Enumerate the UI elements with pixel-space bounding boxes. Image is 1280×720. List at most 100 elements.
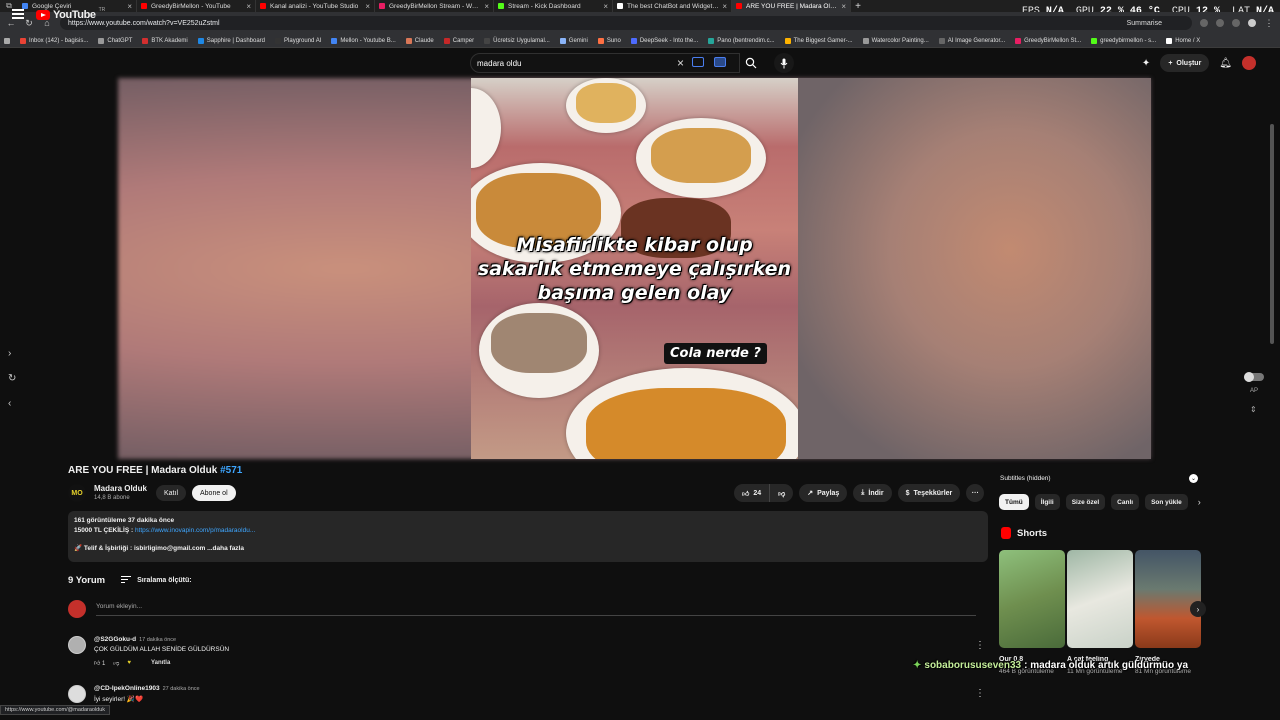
youtube-logo[interactable]: YouTube TR xyxy=(36,7,105,21)
comment-menu-icon[interactable]: ⋮ xyxy=(975,688,985,699)
comment-dislike-icon[interactable]: 👎︎ xyxy=(113,659,119,667)
shorts-next-button[interactable]: › xyxy=(1190,601,1206,617)
show-more-link[interactable]: ...daha fazla xyxy=(205,545,244,552)
extension-puzzle-icon[interactable]: ✦ xyxy=(1142,58,1150,69)
description-box[interactable]: 161 görüntüleme 37 dakika önce 15000 TL … xyxy=(68,511,988,562)
bookmark[interactable]: Ücretsiz Uygulamal... xyxy=(484,37,550,44)
close-icon[interactable]: × xyxy=(603,2,608,11)
short-thumbnail[interactable] xyxy=(999,550,1065,648)
extension-icon[interactable] xyxy=(1200,19,1208,27)
profile-avatar[interactable] xyxy=(1248,19,1256,27)
bookmark[interactable]: Home / X xyxy=(1166,37,1200,44)
comment-menu-icon[interactable]: ⋮ xyxy=(975,640,985,651)
bookmark-apps[interactable] xyxy=(4,37,10,44)
channel-name[interactable]: Madara Olduk xyxy=(94,484,147,493)
back-icon[interactable]: ← xyxy=(6,18,16,28)
search-button[interactable] xyxy=(740,53,762,73)
new-tab-button[interactable]: + xyxy=(851,1,865,12)
thanks-button[interactable]: $ Teşekkürler xyxy=(897,484,961,502)
commenter-avatar[interactable] xyxy=(68,636,86,654)
subscribe-button[interactable]: Abone ol xyxy=(192,485,236,501)
close-icon[interactable]: × xyxy=(722,2,727,11)
tab-stream-watch[interactable]: GreedyBirMellon Stream - Watch × xyxy=(375,0,494,12)
bookmark[interactable]: GreedyBirMellon St... xyxy=(1015,37,1081,44)
create-button[interactable]: + Oluştur xyxy=(1160,54,1210,72)
comment-like-button[interactable]: 👍︎ 1 xyxy=(94,659,105,667)
short-card[interactable]: A cat feeling 11 Mn görüntüleme xyxy=(1067,550,1133,677)
bookmark[interactable]: The Biggest Gamer-... xyxy=(784,37,853,44)
chevron-right-icon[interactable]: › xyxy=(1198,497,1201,507)
share-button[interactable]: ↗ Paylaş xyxy=(799,484,848,502)
clear-search-icon[interactable]: × xyxy=(677,56,684,70)
close-icon[interactable]: × xyxy=(127,2,132,11)
extension-icon[interactable] xyxy=(1216,19,1224,27)
bookmark[interactable]: Sapphire | Dashboard xyxy=(197,37,265,44)
bookmark[interactable]: AI Image Generator... xyxy=(938,37,1005,44)
bookmark[interactable]: Inbox (142) - bagisis... xyxy=(20,37,88,44)
chevron-left-icon[interactable]: ‹ xyxy=(8,398,16,409)
commenter-avatar[interactable] xyxy=(68,685,86,703)
join-button[interactable]: Katıl xyxy=(156,485,187,501)
chip-all[interactable]: Tümü xyxy=(999,494,1029,510)
chip-related[interactable]: İlgili xyxy=(1034,494,1060,510)
giveaway-link[interactable]: https://www.inovapin.com/p/madaraoldu... xyxy=(135,527,255,534)
notifications-bell-icon[interactable]: 🔔︎ xyxy=(1219,58,1232,69)
video-hashtag[interactable]: #571 xyxy=(220,465,242,476)
comment-author[interactable]: @S2GGoku-d xyxy=(94,636,136,643)
tab-youtube-studio[interactable]: Kanal analizi - YouTube Studio × xyxy=(256,0,375,12)
chip-live[interactable]: Canlı xyxy=(1111,494,1140,510)
tab-current-video[interactable]: ARE YOU FREE | Madara Olduk # × xyxy=(732,0,851,12)
comment-author[interactable]: @CD-IpekOnline1903 xyxy=(94,685,160,692)
url-field[interactable]: https://www.youtube.com/watch?v=VE252uZs… xyxy=(60,16,1192,30)
expand-icon[interactable]: ⇕ xyxy=(1250,405,1257,414)
extension-icon[interactable] xyxy=(1232,19,1240,27)
bookmark[interactable]: Suno xyxy=(597,37,621,44)
dislike-button[interactable]: 👎︎ xyxy=(770,484,794,502)
close-icon[interactable]: × xyxy=(484,2,489,11)
hamburger-menu-icon[interactable] xyxy=(12,9,24,19)
bookmark[interactable]: Claude xyxy=(405,37,434,44)
more-actions-button[interactable]: ··· xyxy=(966,484,985,502)
chevron-right-icon[interactable]: › xyxy=(8,348,16,359)
bookmark[interactable]: DeepSeek - Into the... xyxy=(630,37,698,44)
video-frame[interactable]: Misafirlikte kibar olup sakarlık etmemey… xyxy=(471,78,798,459)
chevron-down-icon[interactable]: ⌄ xyxy=(1189,473,1198,483)
translate-icon[interactable] xyxy=(692,57,704,67)
tab-youtube-channel[interactable]: GreedyBirMellon - YouTube × xyxy=(137,0,256,12)
autoplay-toggle[interactable] xyxy=(1244,372,1264,382)
like-button[interactable]: 👍︎ 24 xyxy=(734,484,771,502)
comment-input[interactable]: Yorum ekleyin... xyxy=(96,603,976,616)
bookmark[interactable]: Playground AI xyxy=(275,37,321,44)
short-thumbnail[interactable] xyxy=(1067,550,1133,648)
bookmark[interactable]: ChatGPT xyxy=(98,37,132,44)
bookmark[interactable]: Camper xyxy=(443,37,474,44)
page-scrollbar[interactable] xyxy=(1270,124,1274,344)
account-avatar[interactable] xyxy=(1242,56,1256,70)
bookmark[interactable]: Gemini xyxy=(559,37,588,44)
bookmark[interactable]: Mellon - Youtube B... xyxy=(331,37,396,44)
sort-button[interactable]: Sıralama ölçütü: xyxy=(121,576,192,585)
bookmark[interactable]: Watercolor Painting... xyxy=(862,37,929,44)
browser-menu-icon[interactable]: ⋮ xyxy=(1264,18,1274,29)
close-icon[interactable]: × xyxy=(246,2,251,11)
bookmark[interactable]: greedybirmellon - s... xyxy=(1091,37,1156,44)
comment-time[interactable]: 27 dakika önce xyxy=(163,686,200,692)
chip-for-you[interactable]: Size özel xyxy=(1065,494,1106,510)
short-thumbnail[interactable] xyxy=(1135,550,1201,648)
short-card[interactable]: Our 0.8 464 B görüntüleme xyxy=(999,550,1065,677)
screen-translate-icon[interactable] xyxy=(714,57,726,67)
bookmark[interactable]: Pano (bentrendim.c... xyxy=(708,37,775,44)
close-icon[interactable]: × xyxy=(841,2,846,11)
refresh-icon[interactable]: ↻ xyxy=(8,373,16,384)
reply-button[interactable]: Yanıtla xyxy=(151,660,170,666)
tab-kick-dashboard[interactable]: Stream - Kick Dashboard × xyxy=(494,0,613,12)
summarise-button[interactable]: Summarise xyxy=(1127,20,1162,27)
channel-avatar[interactable]: MO xyxy=(68,484,86,502)
voice-search-button[interactable] xyxy=(774,53,794,73)
comment-time[interactable]: 17 dakika önce xyxy=(139,637,176,643)
subtitles-toggle-row[interactable]: Subtitles (hidden) ⌄ xyxy=(1000,471,1198,485)
bookmark[interactable]: BTK Akademi xyxy=(142,37,188,44)
download-button[interactable]: ⤓ İndir xyxy=(853,484,892,502)
chip-recent[interactable]: Son yükle xyxy=(1145,494,1188,510)
close-icon[interactable]: × xyxy=(365,2,370,11)
